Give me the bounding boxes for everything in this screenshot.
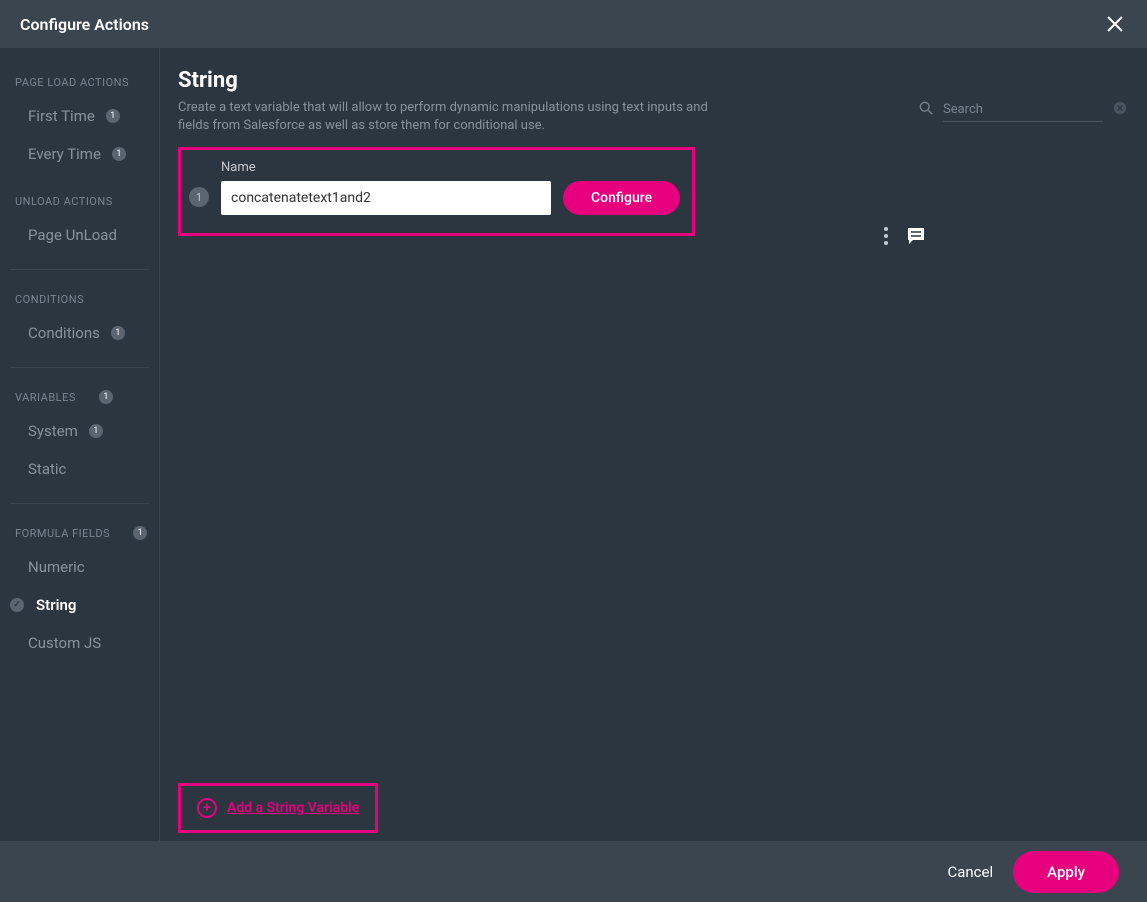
sidebar-item-label: Conditions <box>28 324 100 342</box>
modal-footer: Cancel Apply <box>0 841 1147 902</box>
main-header-row: String Create a text variable that will … <box>178 68 1127 135</box>
count-badge: 1 <box>106 109 120 123</box>
card-actions <box>884 226 926 246</box>
kebab-dot-icon <box>884 241 888 245</box>
add-string-variable-link[interactable]: + Add a String Variable <box>178 783 378 833</box>
count-badge: 1 <box>133 526 147 540</box>
sidebar-header-variables: VARIABLES <box>0 383 91 412</box>
sidebar-item-label: Every Time <box>28 145 101 163</box>
sidebar-divider <box>10 367 149 368</box>
count-badge: 1 <box>111 326 125 340</box>
cancel-button[interactable]: Cancel <box>947 863 993 881</box>
configure-button[interactable]: Configure <box>563 181 680 215</box>
sidebar-item-label: Custom JS <box>28 634 101 652</box>
search-icon <box>919 101 933 119</box>
sidebar-item-label: System <box>28 422 78 440</box>
count-badge: 1 <box>112 147 126 161</box>
sidebar-header-conditions: CONDITIONS <box>0 285 159 314</box>
page-title: String <box>178 68 738 93</box>
sidebar-divider <box>10 269 149 270</box>
sidebar-item-label: Page UnLoad <box>28 226 117 244</box>
sidebar-header-formula: FORMULA FIELDS <box>0 519 125 548</box>
close-button[interactable] <box>1103 12 1127 36</box>
search-wrap <box>919 98 1127 122</box>
sidebar-item-system[interactable]: System 1 <box>0 412 159 450</box>
sidebar-item-numeric[interactable]: Numeric <box>0 548 159 586</box>
plus-circle-icon: + <box>197 798 217 818</box>
name-input[interactable] <box>221 181 551 215</box>
clear-search-icon[interactable] <box>1113 101 1127 119</box>
apply-button[interactable]: Apply <box>1013 851 1119 893</box>
count-badge: 1 <box>89 424 103 438</box>
sidebar-item-every-time[interactable]: Every Time 1 <box>0 135 159 173</box>
sidebar-item-page-unload[interactable]: Page UnLoad <box>0 216 159 254</box>
sidebar-item-label: String <box>36 596 76 614</box>
count-badge: 1 <box>99 390 113 404</box>
main-panel: String Create a text variable that will … <box>160 48 1147 841</box>
close-icon <box>1107 16 1123 32</box>
string-variable-card: 1 Name Configure <box>178 147 695 236</box>
sidebar-header-unload: UNLOAD ACTIONS <box>0 187 159 216</box>
sidebar-item-label: Static <box>28 460 66 478</box>
content-wrapper: PAGE LOAD ACTIONS First Time 1 Every Tim… <box>0 48 1147 841</box>
name-field-label: Name <box>221 160 551 175</box>
sidebar-item-static[interactable]: Static <box>0 450 159 488</box>
sidebar-item-custom-js[interactable]: Custom JS <box>0 624 159 662</box>
sidebar-item-label: Numeric <box>28 558 85 576</box>
modal-header: Configure Actions <box>0 0 1147 48</box>
sidebar-header-page-load: PAGE LOAD ACTIONS <box>0 68 159 97</box>
sidebar-divider <box>10 503 149 504</box>
add-link-label: Add a String Variable <box>227 800 359 816</box>
sidebar-item-conditions[interactable]: Conditions 1 <box>0 314 159 352</box>
more-options-button[interactable] <box>884 227 888 245</box>
card-number-badge: 1 <box>189 187 209 207</box>
page-subtitle: Create a text variable that will allow t… <box>178 99 738 135</box>
sidebar-item-label: First Time <box>28 107 95 125</box>
modal-title: Configure Actions <box>20 15 149 34</box>
kebab-dot-icon <box>884 227 888 231</box>
comment-button[interactable] <box>906 226 926 246</box>
sidebar-item-string[interactable]: ✓ String <box>0 586 159 624</box>
kebab-dot-icon <box>884 234 888 238</box>
check-icon: ✓ <box>10 598 24 612</box>
search-input[interactable] <box>943 98 1103 122</box>
sidebar: PAGE LOAD ACTIONS First Time 1 Every Tim… <box>0 48 160 841</box>
sidebar-item-first-time[interactable]: First Time 1 <box>0 97 159 135</box>
